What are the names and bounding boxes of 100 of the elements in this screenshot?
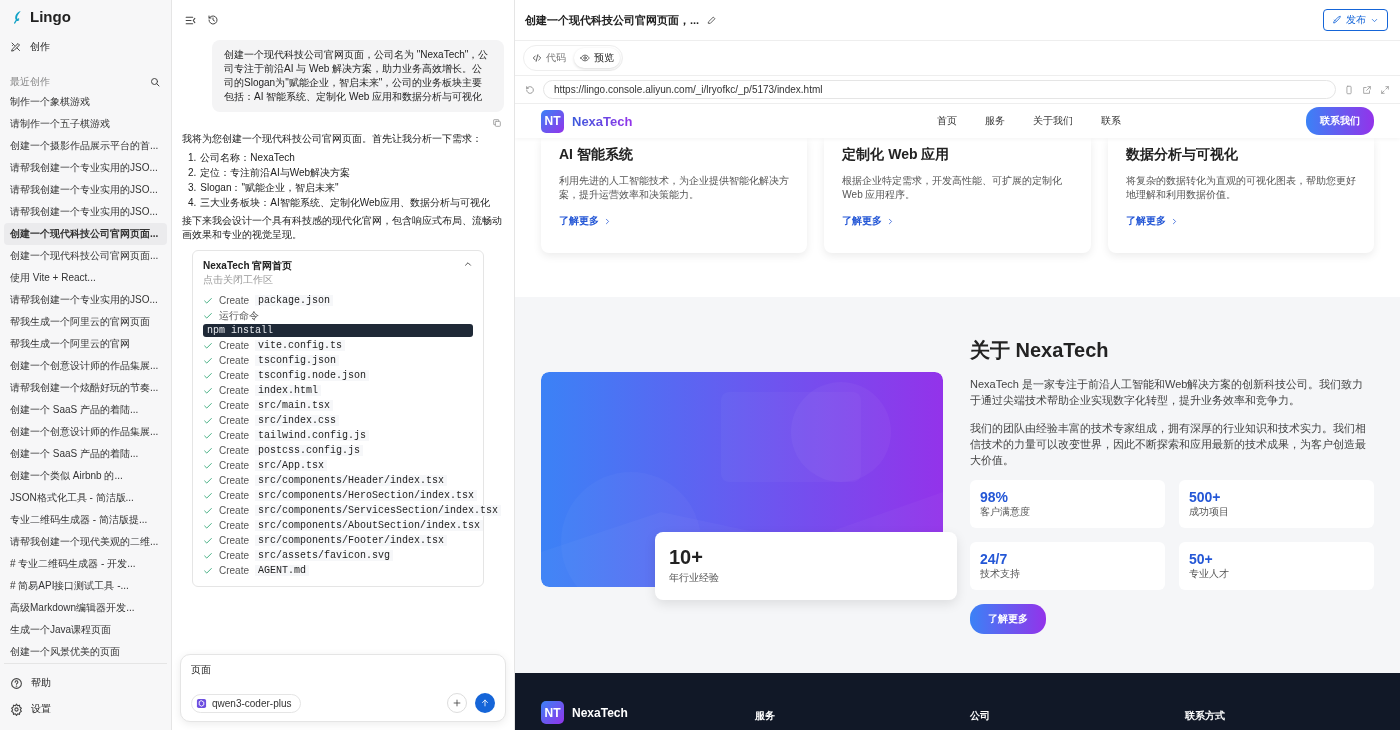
sidebar-item[interactable]: 创建一个创意设计师的作品集展...: [4, 421, 167, 443]
step-label: Create: [219, 520, 249, 531]
paragraph: 我们的团队由经验丰富的技术专家组成，拥有深厚的行业知识和技术实力。我们相信技术的力量可以改变世界，因此不断探索和应用最新的技术成果，为客户创造最大价值。: [970, 420, 1367, 468]
section-heading: 关于 NexaTech: [970, 337, 1110, 363]
file-path: vite.config.ts: [255, 340, 346, 351]
step-label: Create: [219, 490, 249, 501]
stat-value: 50+: [1189, 550, 1214, 567]
list-item: 定位：专注前沿AI与Web解决方案: [200, 166, 351, 180]
sidebar-item[interactable]: 专业二维码生成器 - 简洁版提...: [4, 509, 167, 531]
check-icon: [203, 475, 213, 486]
workspace-title: NexaTech 官网首页: [203, 259, 293, 273]
sidebar-item[interactable]: 请帮我创建一个炫酷好玩的节奏...: [4, 377, 167, 399]
file-path: src/components/HeroSection/index.tsx: [255, 490, 478, 501]
pencil-ruler-icon: [10, 41, 22, 54]
check-icon: [203, 340, 213, 351]
step-label: Create: [219, 430, 249, 441]
sidebar-item[interactable]: 创建一个现代科技公司官网页面...: [4, 223, 167, 245]
check-icon: [203, 355, 213, 366]
footer-heading: 联系方式: [1185, 709, 1226, 723]
sidebar-item[interactable]: 创建一个风景优美的页面: [4, 641, 167, 663]
learn-more-button[interactable]: 了解更多: [970, 603, 1046, 634]
sidebar-item[interactable]: # 简易API接口测试工具 -...: [4, 575, 167, 597]
sidebar-item[interactable]: # 专业二维码生成器 - 开发...: [4, 553, 167, 575]
step-label: Create: [219, 295, 249, 306]
send-button[interactable]: [475, 693, 495, 713]
sidebar-item[interactable]: 创建一个现代科技公司官网页面...: [4, 245, 167, 267]
learn-more-link[interactable]: 了解更多: [559, 214, 599, 228]
arrow-up-icon: [480, 698, 490, 708]
sidebar-item[interactable]: 请帮我创建一个专业实用的JSO...: [4, 179, 167, 201]
learn-more-link[interactable]: 了解更多: [842, 214, 883, 228]
footer-heading: 公司: [970, 709, 991, 723]
list-item: 公司名称：NexaTech: [200, 151, 295, 165]
file-path: src/components/Header/index.tsx: [255, 475, 448, 486]
stat-value: 10+: [669, 546, 704, 569]
check-icon: [203, 520, 213, 531]
sidebar-item[interactable]: 帮我生成一个阿里云的官网: [4, 333, 167, 355]
external-link-icon: [1362, 84, 1372, 95]
footer-heading: 服务: [755, 709, 776, 723]
publish-button[interactable]: 发布: [1323, 9, 1388, 31]
file-path: package.json: [255, 295, 334, 306]
create-item[interactable]: 创作: [4, 33, 167, 61]
step-label: 运行命令: [219, 308, 259, 323]
file-path: src/index.css: [255, 415, 340, 426]
stat-label: 成功项目: [1189, 504, 1230, 519]
step-label: Create: [219, 535, 249, 546]
file-path: tsconfig.node.json: [255, 370, 370, 381]
stat-label: 年行业经验: [669, 571, 720, 585]
sidebar-item[interactable]: 请制作一个五子棋游戏: [4, 113, 167, 135]
app-name: Lingo: [30, 8, 71, 26]
nav-link[interactable]: 联系: [1101, 114, 1122, 128]
sidebar-item[interactable]: 请帮我创建一个专业实用的JSO...: [4, 157, 167, 179]
file-path: tailwind.config.js: [255, 430, 370, 441]
sidebar-item[interactable]: 帮我生成一个阿里云的官网页面: [4, 311, 167, 333]
file-path: src/main.tsx: [255, 400, 334, 411]
service-title: 数据分析与可视化: [1125, 146, 1239, 164]
url-field[interactable]: https://lingo.console.aliyun.com/_i/lryofkc/_p/5173/index.html: [543, 80, 1336, 99]
step-label: Create: [219, 370, 249, 381]
sidebar-item[interactable]: 请帮我创建一个专业实用的JSO...: [4, 289, 167, 311]
check-icon: [203, 430, 213, 441]
step-label: Create: [219, 460, 249, 471]
learn-more-link[interactable]: 了解更多: [1125, 214, 1166, 228]
check-icon: [203, 385, 213, 396]
file-path: src/components/Footer/index.tsx: [255, 535, 448, 546]
stat-label: 客户满意度: [980, 504, 1031, 519]
nav-link[interactable]: 首页: [937, 114, 958, 128]
sidebar-item[interactable]: 创建一个类似 Airbnb 的...: [4, 465, 167, 487]
model-icon: [196, 697, 207, 709]
plus-icon: [452, 698, 462, 708]
nav-link[interactable]: 服务: [985, 114, 1006, 128]
model-selector[interactable]: qwen3-coder-plus: [191, 693, 301, 713]
sidebar-item[interactable]: 创建一个创意设计师的作品集展...: [4, 355, 167, 377]
sidebar-item[interactable]: 创建一个 SaaS 产品的着陆...: [4, 399, 167, 421]
sidebar-item[interactable]: 创建一个 SaaS 产品的着陆...: [4, 443, 167, 465]
sidebar-item[interactable]: 高级Markdown编辑器开发...: [4, 597, 167, 619]
sidebar-item[interactable]: JSON格式化工具 - 简洁版...: [4, 487, 167, 509]
check-icon: [203, 505, 213, 516]
sidebar-item[interactable]: 创建一个摄影作品展示平台的首...: [4, 135, 167, 157]
view-tab[interactable]: 预览: [574, 48, 620, 68]
nav-link[interactable]: 关于我们: [1033, 114, 1074, 128]
view-tab[interactable]: 代码: [526, 48, 572, 68]
list-marker: 2.: [188, 166, 197, 180]
settings-icon: [10, 702, 23, 716]
list-item: 三大业务板块：AI智能系统、定制化Web应用、数据分析与可视化: [200, 196, 491, 210]
contact-button[interactable]: 联系我们: [1306, 107, 1374, 135]
message-field[interactable]: 页面: [191, 663, 495, 677]
list-item: Slogan："赋能企业，智启未来": [200, 181, 339, 195]
sidebar-item[interactable]: 请帮我创建一个专业实用的JSO...: [4, 201, 167, 223]
sidebar-item[interactable]: 请帮我创建一个现代美观的二维...: [4, 531, 167, 553]
reply-text: 我将为您创建一个现代科技公司官网页面。首先让我分析一下需求：: [182, 132, 483, 146]
sidebar-item[interactable]: 使用 Vite + React...: [4, 267, 167, 289]
sidebar-link[interactable]: 帮助: [31, 676, 51, 690]
brand-name: NexaTech: [572, 705, 628, 720]
sidebar-item[interactable]: 生成一个Java课程页面: [4, 619, 167, 641]
service-description: 根据企业特定需求，开发高性能、可扩展的定制化 Web 应用程序。: [842, 174, 1064, 202]
sidebar-item[interactable]: 制作一个象棋游戏: [4, 91, 167, 113]
stat-label: 技术支持: [980, 566, 1021, 581]
sidebar-link[interactable]: 设置: [31, 702, 51, 716]
step-label: Create: [219, 550, 249, 561]
file-path: src/assets/favicon.svg: [255, 550, 394, 561]
check-icon: [203, 535, 213, 546]
